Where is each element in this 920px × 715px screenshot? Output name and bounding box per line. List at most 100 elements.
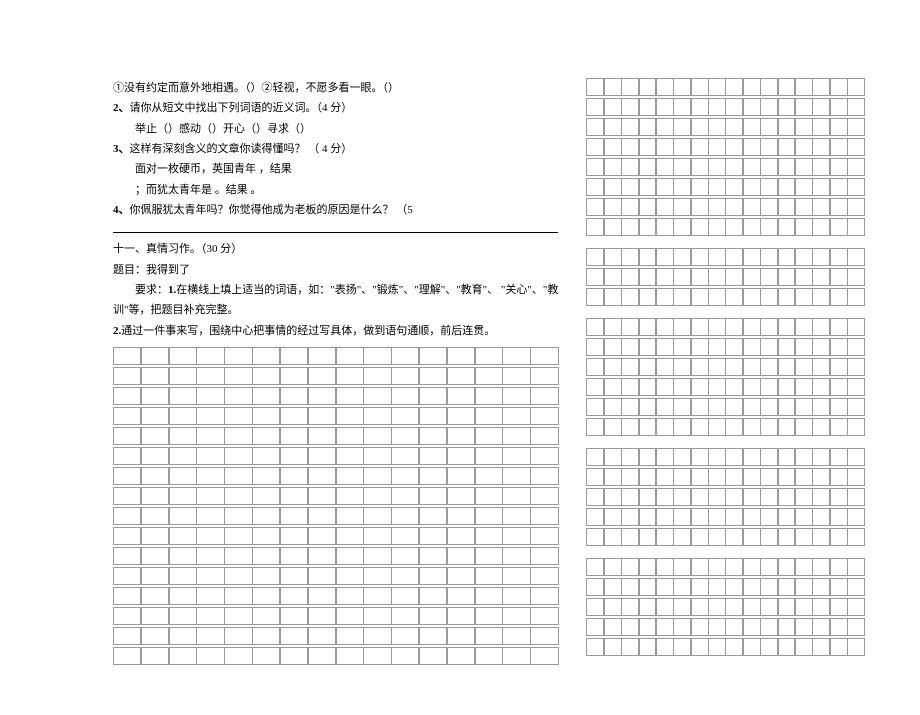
grid-cell xyxy=(586,468,604,486)
grid-cell xyxy=(363,587,391,605)
grid-cell xyxy=(656,118,674,136)
grid-cell xyxy=(743,378,761,396)
grid-row xyxy=(586,198,865,216)
grid-cell xyxy=(621,358,639,376)
grid-cell xyxy=(447,387,475,405)
grid-cell xyxy=(847,618,865,636)
grid-cell xyxy=(475,647,503,665)
grid-cell xyxy=(621,218,639,236)
grid-cell xyxy=(604,118,622,136)
grid-cell xyxy=(502,467,530,485)
grid-cell xyxy=(391,607,419,625)
grid-cell xyxy=(639,338,657,356)
grid-cell xyxy=(639,558,657,576)
grid-row xyxy=(586,418,865,436)
grid-cell xyxy=(691,418,709,436)
grid-cell xyxy=(621,378,639,396)
grid-cell xyxy=(419,547,447,565)
grid-group xyxy=(586,318,865,436)
grid-cell xyxy=(639,638,657,656)
grid-row xyxy=(586,468,865,486)
grid-cell xyxy=(621,488,639,506)
grid-cell xyxy=(586,528,604,546)
grid-cell xyxy=(830,338,848,356)
grid-cell xyxy=(621,158,639,176)
grid-cell xyxy=(252,507,280,525)
grid-cell xyxy=(391,387,419,405)
grid-cell xyxy=(778,158,796,176)
grid-cell xyxy=(621,398,639,416)
grid-cell xyxy=(656,178,674,196)
grid-cell xyxy=(502,527,530,545)
grid-cell xyxy=(196,587,224,605)
grid-cell xyxy=(760,158,778,176)
grid-cell xyxy=(795,468,813,486)
grid-cell xyxy=(743,418,761,436)
grid-cell xyxy=(363,427,391,445)
grid-cell xyxy=(604,618,622,636)
grid-cell xyxy=(708,638,726,656)
grid-cell xyxy=(280,347,308,365)
grid-cell xyxy=(725,468,743,486)
grid-cell xyxy=(830,558,848,576)
grid-cell xyxy=(447,647,475,665)
grid-cell xyxy=(419,427,447,445)
grid-cell xyxy=(725,248,743,266)
grid-cell xyxy=(760,338,778,356)
grid-cell xyxy=(812,598,830,616)
grid-row xyxy=(586,528,865,546)
grid-cell xyxy=(673,198,691,216)
grid-cell xyxy=(604,598,622,616)
grid-cell xyxy=(169,467,197,485)
grid-cell xyxy=(586,98,604,116)
grid-cell xyxy=(691,528,709,546)
grid-cell xyxy=(586,78,604,96)
grid-cell xyxy=(475,407,503,425)
grid-cell xyxy=(336,567,364,585)
grid-cell xyxy=(141,547,169,565)
grid-cell xyxy=(475,347,503,365)
grid-cell xyxy=(113,407,141,425)
grid-cell xyxy=(363,507,391,525)
grid-cell xyxy=(725,158,743,176)
grid-cell xyxy=(812,528,830,546)
grid-cell xyxy=(812,448,830,466)
grid-cell xyxy=(691,508,709,526)
grid-cell xyxy=(830,358,848,376)
grid-cell xyxy=(656,598,674,616)
grid-cell xyxy=(725,78,743,96)
grid-cell xyxy=(280,467,308,485)
grid-cell xyxy=(847,508,865,526)
grid-cell xyxy=(812,118,830,136)
grid-cell xyxy=(224,487,252,505)
q4: 4、你佩服犹太青年吗？你觉得他成为老板的原因是什么？ （5 xyxy=(113,200,558,220)
grid-cell xyxy=(252,347,280,365)
grid-cell xyxy=(656,638,674,656)
grid-cell xyxy=(113,487,141,505)
grid-cell xyxy=(586,578,604,596)
grid-cell xyxy=(586,598,604,616)
grid-cell xyxy=(604,578,622,596)
grid-cell xyxy=(391,627,419,645)
grid-cell xyxy=(113,387,141,405)
grid-cell xyxy=(847,398,865,416)
grid-cell xyxy=(656,468,674,486)
grid-cell xyxy=(604,338,622,356)
grid-cell xyxy=(656,418,674,436)
grid-cell xyxy=(673,78,691,96)
grid-cell xyxy=(530,587,558,605)
grid-cell xyxy=(475,387,503,405)
grid-cell xyxy=(743,508,761,526)
grid-row xyxy=(586,398,865,416)
grid-cell xyxy=(778,618,796,636)
grid-cell xyxy=(725,618,743,636)
grid-cell xyxy=(760,218,778,236)
grid-cell xyxy=(691,98,709,116)
grid-cell xyxy=(812,618,830,636)
grid-cell xyxy=(308,627,336,645)
grid-cell xyxy=(391,647,419,665)
grid-cell xyxy=(419,387,447,405)
grid-cell xyxy=(812,418,830,436)
grid-cell xyxy=(708,398,726,416)
grid-cell xyxy=(475,567,503,585)
